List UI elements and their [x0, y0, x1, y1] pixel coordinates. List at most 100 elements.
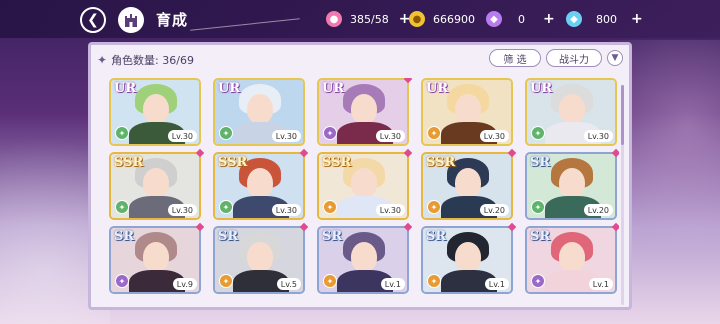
- character-card[interactable]: SSR ✦ Lv.30: [317, 152, 409, 220]
- level-badge: Lv.1: [484, 278, 509, 290]
- dark-element-icon: ✦: [115, 274, 129, 288]
- portrait-face: [559, 94, 585, 124]
- portrait-face: [247, 242, 273, 272]
- level-badge: Lv.30: [375, 204, 405, 216]
- character-card[interactable]: SSR ✦ Lv.20: [421, 152, 513, 220]
- portrait-face: [247, 168, 273, 198]
- portrait-face: [143, 242, 169, 272]
- page-title: 育成: [156, 11, 189, 29]
- portrait-face: [351, 242, 377, 272]
- level-badge: Lv.30: [479, 130, 509, 142]
- fire-element-icon: ✦: [427, 200, 441, 214]
- character-count: ✦ 角色数量: 36/69: [97, 51, 194, 69]
- character-grid: UR ✦ Lv.30 UR ✦ Lv.30 UR ✦ Lv.30 UR ✦ Lv.30 UR ✦ Lv.30…: [109, 78, 619, 310]
- rarity-badge: SSR: [322, 155, 352, 170]
- rarity-badge: UR: [426, 81, 449, 96]
- level-badge: Lv.30: [375, 130, 405, 142]
- level-badge: Lv.20: [479, 204, 509, 216]
- title-divider: [190, 18, 300, 31]
- character-card[interactable]: SR ✦ Lv.20: [525, 152, 617, 220]
- gold-coin-icon: ●: [409, 11, 425, 27]
- level-badge: Lv.30: [167, 130, 197, 142]
- level-badge: Lv.30: [271, 130, 301, 142]
- rarity-badge: UR: [530, 81, 553, 96]
- level-badge: Lv.20: [583, 204, 613, 216]
- candy-icon: ●: [326, 11, 342, 27]
- fire-element-icon: ✦: [427, 126, 441, 140]
- add-purple-gem-button[interactable]: +: [543, 11, 555, 27]
- rarity-badge: SSR: [114, 155, 144, 170]
- level-badge: Lv.9: [172, 278, 197, 290]
- wind-element-icon: ✦: [219, 126, 233, 140]
- wind-element-icon: ✦: [115, 126, 129, 140]
- rarity-badge: UR: [218, 81, 241, 96]
- character-card[interactable]: UR ✦ Lv.30: [421, 78, 513, 146]
- portrait-face: [351, 168, 377, 198]
- fire-element-icon: ✦: [323, 274, 337, 288]
- portrait-face: [351, 94, 377, 124]
- character-count-label: 角色数量: 36/69: [111, 54, 194, 67]
- dark-element-icon: ✦: [323, 126, 337, 140]
- back-arrow-icon[interactable]: ❮: [80, 7, 106, 33]
- level-badge: Lv.30: [167, 204, 197, 216]
- rarity-badge: UR: [322, 81, 345, 96]
- character-card[interactable]: SR ✦ Lv.1: [421, 226, 513, 294]
- scrollbar-thumb[interactable]: [621, 85, 624, 145]
- dark-element-icon: ✦: [531, 274, 545, 288]
- castle-home-icon[interactable]: [118, 7, 144, 33]
- filter-button[interactable]: 筛 选: [489, 49, 541, 67]
- sparkle-icon: ✦: [97, 53, 108, 67]
- character-card[interactable]: UR ✦ Lv.30: [213, 78, 305, 146]
- character-card[interactable]: UR ✦ Lv.30: [109, 78, 201, 146]
- fire-element-icon: ✦: [219, 274, 233, 288]
- portrait-face: [559, 168, 585, 198]
- portrait-face: [143, 94, 169, 124]
- character-card[interactable]: UR ✦ Lv.30: [317, 78, 409, 146]
- blue-diamond-icon: ◆: [566, 11, 582, 27]
- portrait-face: [455, 242, 481, 272]
- purple-gem-icon: ◆: [486, 11, 502, 27]
- rarity-badge: SR: [218, 229, 239, 244]
- rarity-badge: SSR: [218, 155, 248, 170]
- wind-element-icon: ✦: [531, 126, 545, 140]
- rarity-badge: SR: [530, 229, 551, 244]
- portrait-face: [455, 94, 481, 124]
- portrait-face: [247, 94, 273, 124]
- resource-purple-gem: ◆ 0 +: [486, 10, 555, 28]
- rarity-badge: UR: [114, 81, 137, 96]
- rarity-badge: SR: [426, 229, 447, 244]
- add-diamond-button[interactable]: +: [631, 11, 643, 27]
- portrait-face: [455, 168, 481, 198]
- scrollbar[interactable]: [621, 85, 624, 305]
- character-card[interactable]: SSR ✦ Lv.30: [109, 152, 201, 220]
- wind-element-icon: ✦: [115, 200, 129, 214]
- resource-candy: ● 385/58 +: [326, 10, 410, 28]
- resource-value: 385/58: [350, 12, 389, 26]
- character-card[interactable]: UR ✦ Lv.30: [525, 78, 617, 146]
- portrait-face: [559, 242, 585, 272]
- resource-value: 800: [596, 12, 617, 26]
- combat-power-sort-button[interactable]: 战斗力: [546, 49, 602, 67]
- fire-element-icon: ✦: [427, 274, 441, 288]
- fire-element-icon: ✦: [323, 200, 337, 214]
- resource-gold: ● 666900 +: [409, 10, 497, 28]
- rarity-badge: SSR: [426, 155, 456, 170]
- level-badge: Lv.5: [276, 278, 301, 290]
- character-card[interactable]: SR ✦ Lv.9: [109, 226, 201, 294]
- level-badge: Lv.1: [588, 278, 613, 290]
- castle-icon: [125, 14, 137, 27]
- character-card[interactable]: SR ✦ Lv.1: [317, 226, 409, 294]
- portrait-face: [143, 168, 169, 198]
- rarity-badge: SR: [530, 155, 551, 170]
- character-card[interactable]: SR ✦ Lv.5: [213, 226, 305, 294]
- resource-blue-diamond: ◆ 800 +: [566, 10, 643, 28]
- resource-value: 0: [518, 12, 525, 26]
- sort-chevron-icon[interactable]: ▼: [607, 50, 623, 66]
- character-card[interactable]: SSR ✦ Lv.30: [213, 152, 305, 220]
- rarity-badge: SR: [114, 229, 135, 244]
- character-card[interactable]: SR ✦ Lv.1: [525, 226, 617, 294]
- rarity-badge: SR: [322, 229, 343, 244]
- wind-element-icon: ✦: [531, 200, 545, 214]
- level-badge: Lv.30: [583, 130, 613, 142]
- wind-element-icon: ✦: [219, 200, 233, 214]
